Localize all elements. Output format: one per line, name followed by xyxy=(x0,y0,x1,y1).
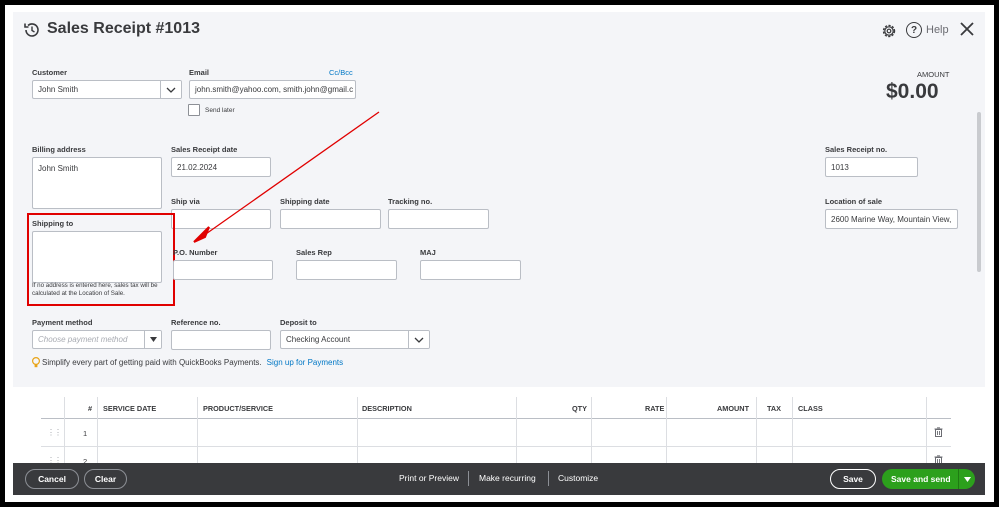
deposit-to-value: Checking Account xyxy=(286,335,351,344)
column-rate: RATE xyxy=(645,404,665,413)
email-field[interactable]: john.smith@yahoo.com, smith.john@gmail.c xyxy=(189,80,356,99)
billing-address-label: Billing address xyxy=(32,145,86,154)
save-and-send-button[interactable]: Save and send xyxy=(882,469,975,489)
customize-button[interactable]: Customize xyxy=(558,473,598,483)
payment-method-select[interactable]: Choose payment method xyxy=(32,330,162,349)
send-later-label: Send later xyxy=(205,107,235,114)
line-items-table: # SERVICE DATE PRODUCT/SERVICE DESCRIPTI… xyxy=(13,387,985,475)
maj-field[interactable] xyxy=(420,260,521,280)
column-number: # xyxy=(88,404,93,413)
sales-receipt-window: Sales Receipt #1013 ? Help Customer John… xyxy=(13,12,985,495)
po-number-field[interactable] xyxy=(173,260,273,280)
chevron-down-icon[interactable] xyxy=(408,331,429,348)
make-recurring-button[interactable]: Make recurring xyxy=(479,473,536,483)
receipt-no-value: 1013 xyxy=(831,162,849,172)
reference-no-label: Reference no. xyxy=(171,318,221,327)
billing-address-value: John Smith xyxy=(38,164,79,173)
billing-address-field[interactable]: John Smith xyxy=(32,157,162,209)
location-field[interactable]: 2600 Marine Way, Mountain View, xyxy=(825,209,958,229)
ship-via-label: Ship via xyxy=(171,197,200,206)
drag-handle-icon[interactable]: ⋮⋮ xyxy=(47,428,62,437)
header: Sales Receipt #1013 ? Help xyxy=(13,12,985,48)
save-and-send-label: Save and send xyxy=(891,474,951,484)
help-label: Help xyxy=(926,24,949,36)
table-header: # SERVICE DATE PRODUCT/SERVICE DESCRIPTI… xyxy=(41,397,951,419)
send-later-checkbox[interactable] xyxy=(188,104,200,116)
cc-bcc-link[interactable]: Cc/Bcc xyxy=(329,68,353,77)
tracking-no-label: Tracking no. xyxy=(388,197,433,206)
sales-rep-field[interactable] xyxy=(296,260,397,280)
tracking-no-field[interactable] xyxy=(388,209,489,229)
clear-button[interactable]: Clear xyxy=(84,469,127,489)
receipt-date-value: 21.02.2024 xyxy=(177,162,218,172)
customer-label: Customer xyxy=(32,68,68,77)
page-title: Sales Receipt #1013 xyxy=(47,20,200,37)
gear-icon[interactable] xyxy=(880,22,898,40)
payment-method-placeholder: Choose payment method xyxy=(38,335,128,344)
amount-label: AMOUNT xyxy=(917,70,950,79)
caret-down-icon[interactable] xyxy=(144,331,161,348)
receipt-date-label: Sales Receipt date xyxy=(171,145,238,154)
customer-select[interactable]: John Smith xyxy=(32,80,182,99)
column-description: DESCRIPTION xyxy=(362,404,412,413)
footer-bar: Cancel Clear Print or Preview Make recur… xyxy=(13,463,985,495)
column-service-date: SERVICE DATE xyxy=(103,404,157,413)
reference-no-field[interactable] xyxy=(171,330,271,350)
receipt-no-label: Sales Receipt no. xyxy=(825,145,888,154)
lightbulb-icon xyxy=(32,357,40,368)
email-label: Email xyxy=(189,68,210,77)
receipt-no-field[interactable]: 1013 xyxy=(825,157,918,177)
email-value: john.smith@yahoo.com, smith.john@gmail.c xyxy=(195,85,354,94)
close-icon[interactable] xyxy=(958,20,976,38)
amount-value: $0.00 xyxy=(886,80,939,103)
table-row[interactable]: ⋮⋮ 1 xyxy=(41,419,951,447)
shipping-date-label: Shipping date xyxy=(280,197,330,206)
footer-divider xyxy=(468,471,469,486)
payment-method-label: Payment method xyxy=(32,318,93,327)
column-tax: TAX xyxy=(767,404,782,413)
caret-down-icon[interactable] xyxy=(958,469,975,489)
save-button[interactable]: Save xyxy=(830,469,876,489)
column-product-service: PRODUCT/SERVICE xyxy=(203,404,274,413)
highlight-box xyxy=(27,213,175,306)
chevron-down-icon[interactable] xyxy=(160,81,181,98)
column-class: CLASS xyxy=(798,404,823,413)
help-button[interactable]: ? Help xyxy=(906,22,949,38)
print-preview-button[interactable]: Print or Preview xyxy=(399,473,459,483)
payments-tip: Simplify every part of getting paid with… xyxy=(32,357,343,368)
column-amount: AMOUNT xyxy=(717,404,750,413)
location-value: 2600 Marine Way, Mountain View, xyxy=(831,214,952,224)
trash-icon[interactable] xyxy=(934,427,943,437)
sales-rep-label: Sales Rep xyxy=(296,248,332,257)
history-icon[interactable] xyxy=(23,21,41,39)
receipt-date-field[interactable]: 21.02.2024 xyxy=(171,157,271,177)
maj-label: MAJ xyxy=(420,248,436,257)
cancel-button[interactable]: Cancel xyxy=(25,469,79,489)
payments-tip-text: Simplify every part of getting paid with… xyxy=(42,358,262,367)
customer-value: John Smith xyxy=(38,85,79,94)
column-qty: QTY xyxy=(572,404,587,413)
shipping-date-field[interactable] xyxy=(280,209,381,229)
row-number: 1 xyxy=(83,429,88,438)
deposit-to-select[interactable]: Checking Account xyxy=(280,330,430,349)
sign-up-payments-link[interactable]: Sign up for Payments xyxy=(267,358,343,367)
location-label: Location of sale xyxy=(825,197,883,206)
footer-divider xyxy=(548,471,549,486)
help-icon: ? xyxy=(906,22,922,38)
ship-via-field[interactable] xyxy=(171,209,271,229)
deposit-to-label: Deposit to xyxy=(280,318,317,327)
scrollbar[interactable] xyxy=(977,112,981,272)
po-number-label: P.O. Number xyxy=(173,248,218,257)
